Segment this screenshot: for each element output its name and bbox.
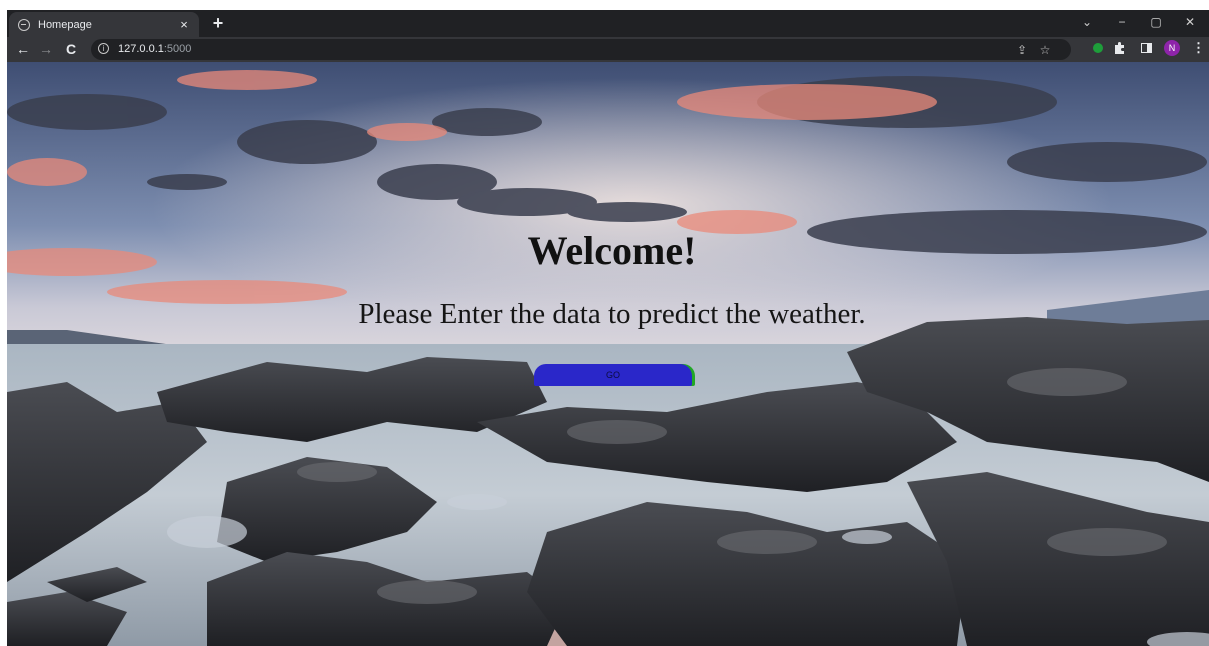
go-button[interactable]: GO	[534, 364, 692, 386]
globe-icon	[18, 18, 30, 31]
back-arrow-icon[interactable]: ←	[13, 39, 33, 59]
browser-window: Homepage × + ⌄ − ▢ ✕ ← → C i 127.0.0.1:5…	[7, 10, 1209, 646]
extension-icon[interactable]	[1093, 43, 1103, 53]
side-panel-icon[interactable]	[1141, 43, 1152, 53]
page-subtitle: Please Enter the data to predict the wea…	[358, 298, 866, 330]
tab-close-icon[interactable]: ×	[177, 17, 191, 32]
tab-title: Homepage	[38, 18, 92, 31]
browser-menu-icon[interactable]: ⋮	[1192, 39, 1205, 57]
tab-homepage[interactable]: Homepage ×	[9, 12, 199, 37]
tab-strip: Homepage × + ⌄ − ▢ ✕	[7, 10, 1209, 37]
restore-button[interactable]: ▢	[1139, 10, 1173, 37]
browser-toolbar: ← → C i 127.0.0.1:5000 ⇪ ☆	[7, 37, 1209, 62]
background-seascape-image	[7, 62, 1209, 646]
share-icon[interactable]: ⇪	[1013, 41, 1031, 59]
forward-arrow-icon[interactable]: →	[36, 39, 56, 59]
extensions-puzzle-icon[interactable]	[1114, 41, 1127, 54]
close-window-button[interactable]: ✕	[1173, 10, 1207, 37]
address-url[interactable]: 127.0.0.1:5000	[118, 39, 191, 60]
address-bar[interactable]: i 127.0.0.1:5000 ⇪ ☆	[91, 39, 1071, 60]
new-tab-button[interactable]: +	[207, 12, 229, 34]
site-info-icon[interactable]: i	[98, 43, 109, 54]
page-title: Welcome!	[527, 228, 697, 273]
reload-icon[interactable]: C	[61, 39, 81, 59]
profile-avatar[interactable]: N	[1164, 40, 1180, 56]
tab-search-icon[interactable]: ⌄	[1070, 10, 1104, 37]
minimize-button[interactable]: −	[1105, 10, 1139, 37]
page-viewport: Welcome! Please Enter the data to predic…	[7, 62, 1209, 646]
bookmark-star-icon[interactable]: ☆	[1036, 41, 1054, 59]
